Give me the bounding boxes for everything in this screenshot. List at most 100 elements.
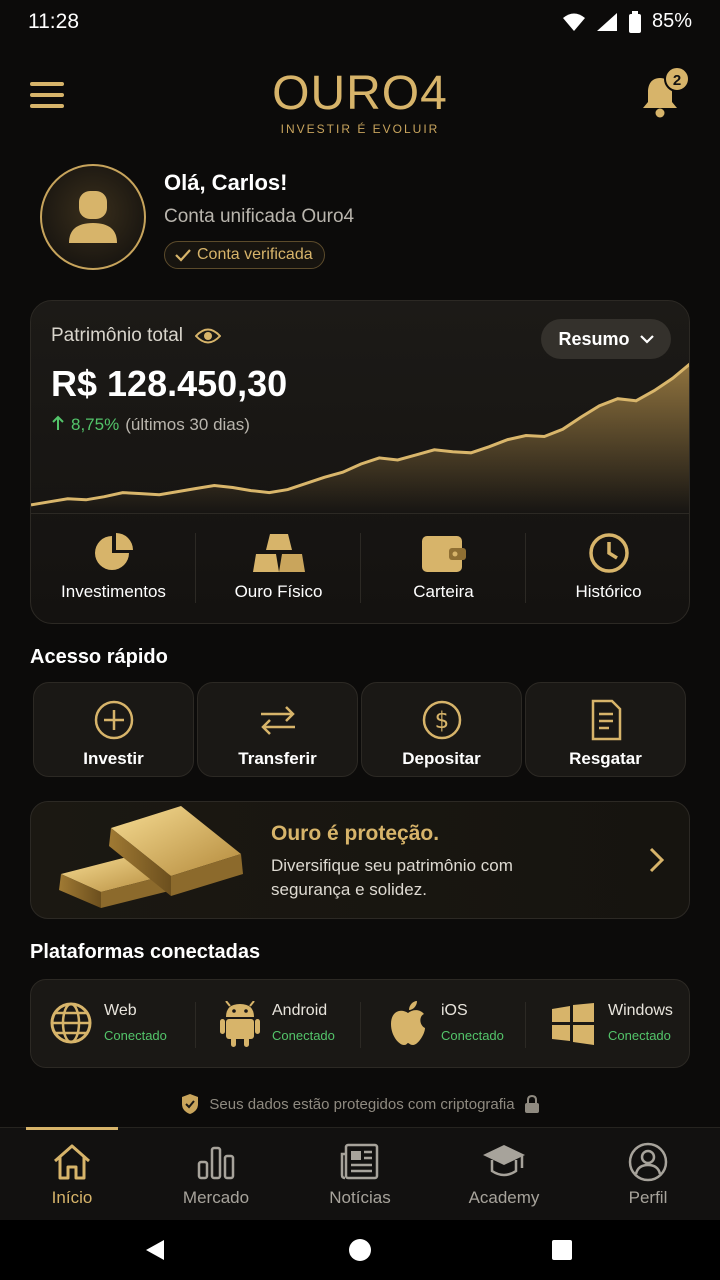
shortcut-label: Histórico <box>575 582 642 601</box>
platform-windows: Windows Conectado <box>526 980 691 1069</box>
globe-icon <box>50 1002 92 1044</box>
wealth-change-pct: 8,75% <box>71 415 120 434</box>
user-circle-icon <box>628 1142 668 1182</box>
transferir-button[interactable]: Transferir <box>197 682 358 777</box>
promo-text: Diversifique seu patrimônio com seguranç… <box>271 856 513 899</box>
shortcut-carteira[interactable]: Carteira <box>361 514 526 623</box>
quick-access-label: Resgatar <box>569 749 642 768</box>
platform-status: Conectado <box>441 1028 504 1043</box>
clock-icon <box>588 533 629 573</box>
shortcut-ouro-fisico[interactable]: Ouro Físico <box>196 514 361 623</box>
gold-bars-icon <box>252 534 305 572</box>
dollar-circle-icon: $ <box>422 700 461 740</box>
recents-icon[interactable] <box>552 1240 572 1260</box>
shortcut-investimentos[interactable]: Investimentos <box>31 514 196 623</box>
battery-icon <box>628 10 641 33</box>
nav-noticias[interactable]: Notícias <box>288 1128 432 1221</box>
resumo-dropdown[interactable]: Resumo <box>541 319 671 359</box>
shortcut-historico[interactable]: Histórico <box>526 514 689 623</box>
platforms-title: Plataformas conectadas <box>30 941 261 963</box>
logo: OURO4 INVESTIR É EVOLUIR <box>220 66 500 136</box>
plus-circle-icon <box>94 700 133 740</box>
nav-mercado[interactable]: Mercado <box>144 1128 288 1221</box>
system-nav-bar <box>0 1220 720 1280</box>
newspaper-icon <box>340 1143 379 1180</box>
transfer-icon <box>260 706 295 735</box>
windows-icon <box>552 1003 594 1045</box>
wealth-value: R$ 128.450,30 <box>51 363 288 404</box>
quick-access-label: Depositar <box>402 749 481 768</box>
notification-badge: 2 <box>664 66 690 92</box>
platform-name: Android <box>272 1002 328 1019</box>
gold-bars-image <box>59 806 243 908</box>
svg-text:$: $ <box>434 708 449 734</box>
wealth-change-period: (últimos 30 dias) <box>125 415 250 434</box>
platform-name: iOS <box>441 1002 468 1019</box>
security-note-text: Seus dados estão protegidos com criptogr… <box>209 1095 515 1113</box>
bar-chart-icon <box>197 1146 235 1180</box>
platform-web: Web Conectado <box>31 980 196 1069</box>
android-icon <box>220 1001 260 1047</box>
nav-label: Perfil <box>628 1188 668 1207</box>
signal-icon <box>596 12 617 31</box>
quick-access-title: Acesso rápido <box>30 646 168 668</box>
security-note: Seus dados estão protegidos com criptogr… <box>0 1093 720 1115</box>
check-icon <box>175 249 191 262</box>
shield-icon <box>182 1094 199 1114</box>
nav-label: Mercado <box>182 1188 250 1207</box>
resgatar-button[interactable]: Resgatar <box>525 682 686 777</box>
platform-status: Conectado <box>272 1028 335 1043</box>
shortcut-label: Ouro Físico <box>234 582 323 601</box>
battery-level: 85% <box>651 10 692 32</box>
nav-label: Academy <box>468 1188 540 1207</box>
wealth-change: 8,75% (últimos 30 dias) <box>51 415 250 435</box>
user-icon <box>69 191 117 243</box>
investir-button[interactable]: Investir <box>33 682 194 777</box>
nav-academy[interactable]: Academy <box>432 1128 576 1221</box>
arrow-up-icon <box>52 415 64 430</box>
eye-icon[interactable] <box>195 327 222 345</box>
platform-name: Web <box>104 1002 137 1019</box>
nav-label: Notícias <box>329 1188 391 1207</box>
back-icon[interactable] <box>144 1239 166 1261</box>
wealth-card: Patrimônio total R$ 128.450,30 8,75% (úl… <box>30 300 690 624</box>
account-subtitle: Conta unificada Ouro4 <box>164 206 355 227</box>
avatar[interactable] <box>40 164 146 270</box>
nav-inicio[interactable]: Início <box>0 1128 144 1221</box>
platform-status: Conectado <box>104 1028 167 1043</box>
wifi-icon <box>562 13 585 31</box>
platform-name: Windows <box>608 1002 673 1019</box>
nav-perfil[interactable]: Perfil <box>576 1128 720 1221</box>
chevron-right-icon <box>649 847 665 873</box>
status-icons: 85% <box>562 10 692 33</box>
platform-ios: iOS Conectado <box>361 980 526 1069</box>
wallet-icon <box>421 536 466 572</box>
lock-icon <box>524 1095 539 1113</box>
quick-access-label: Transferir <box>238 749 317 768</box>
verified-badge: Conta verificada <box>164 241 325 269</box>
logo-tagline: INVESTIR É EVOLUIR <box>280 122 440 136</box>
home-icon <box>54 1144 90 1180</box>
promo-title: Ouro é proteção. <box>271 822 440 845</box>
greeting: Olá, Carlos! <box>164 170 288 195</box>
verified-label: Conta verificada <box>197 246 313 263</box>
wealth-label-text: Patrimônio total <box>51 325 184 346</box>
shortcut-label: Investimentos <box>61 582 166 601</box>
apple-icon <box>391 1001 425 1045</box>
chevron-down-icon <box>639 335 654 344</box>
quick-access-label: Investir <box>83 749 144 768</box>
nav-label: Início <box>51 1188 93 1207</box>
graduation-cap-icon <box>483 1145 525 1177</box>
status-bar: 11:28 85% <box>0 0 720 48</box>
gold-promo-banner[interactable]: Ouro é proteção. Diversifique seu patrim… <box>30 801 690 919</box>
bottom-nav: Início Mercado Notícias Academy Perfil <box>0 1127 720 1220</box>
pie-chart-icon <box>94 533 133 570</box>
menu-icon[interactable] <box>30 82 64 108</box>
platform-android: Android Conectado <box>196 980 361 1069</box>
logo-wordmark: OURO4 <box>272 67 448 120</box>
home-circle-icon[interactable] <box>348 1238 372 1262</box>
status-time: 11:28 <box>28 10 79 33</box>
shortcut-label: Carteira <box>413 582 474 601</box>
document-icon <box>591 699 621 741</box>
depositar-button[interactable]: $ Depositar <box>361 682 522 777</box>
